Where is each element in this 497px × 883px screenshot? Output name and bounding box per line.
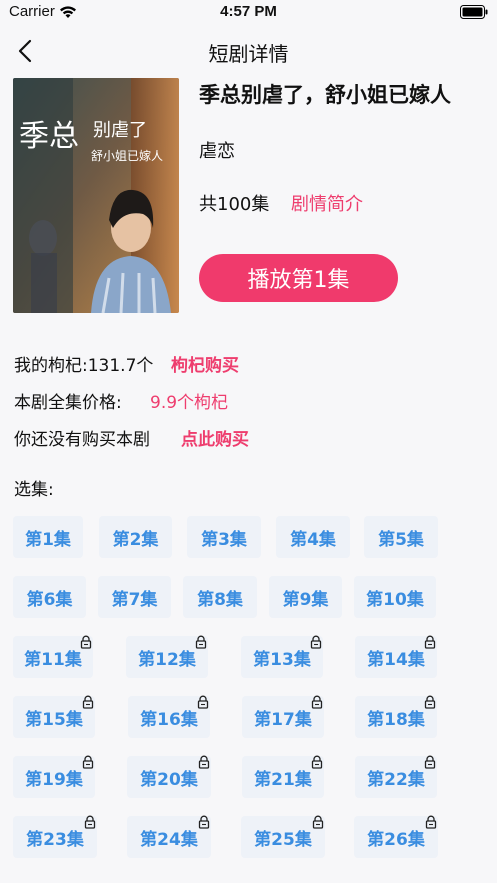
episode-button[interactable]: 第21集	[242, 755, 324, 798]
episode-label: 第13集	[253, 649, 311, 670]
episode-label: 第6集	[26, 589, 73, 610]
lock-icon	[310, 635, 322, 649]
episode-button[interactable]: 第4集	[276, 516, 350, 558]
lock-icon	[424, 695, 436, 709]
episode-button[interactable]: 第8集	[183, 576, 257, 618]
buy-goji-link[interactable]: 枸杞购买	[171, 351, 239, 376]
synopsis-link[interactable]: 剧情简介	[291, 190, 363, 216]
episode-label: 第12集	[138, 649, 196, 670]
episode-select-label: 选集:	[14, 480, 54, 500]
svg-text:舒小姐已嫁人: 舒小姐已嫁人	[91, 148, 163, 163]
episode-label: 第14集	[367, 649, 425, 670]
episode-button[interactable]: 第24集	[127, 815, 211, 858]
episode-button[interactable]: 第22集	[355, 755, 437, 798]
play-episode-button[interactable]: 播放第1集	[199, 254, 398, 302]
lock-icon	[82, 695, 94, 709]
episode-label: 第7集	[111, 589, 158, 610]
lock-icon	[84, 815, 96, 829]
drama-poster: 季总 别虐了 舒小姐已嫁人	[13, 78, 179, 313]
status-time: 4:57 PM	[220, 3, 277, 20]
lock-icon	[425, 815, 437, 829]
episode-button[interactable]: 第17集	[242, 695, 324, 738]
episode-count: 共100集	[199, 194, 270, 215]
lock-icon	[311, 755, 323, 769]
episode-label: 第4集	[290, 529, 336, 550]
episode-label: 第19集	[25, 769, 83, 790]
episode-label: 第22集	[367, 769, 425, 790]
episode-label: 第24集	[140, 829, 198, 850]
episode-label: 第18集	[367, 709, 425, 730]
episode-label: 第16集	[140, 709, 198, 730]
episode-label: 第8集	[197, 589, 243, 610]
lock-icon	[82, 755, 94, 769]
svg-text:别虐了: 别虐了	[93, 120, 147, 141]
episode-button[interactable]: 第15集	[13, 695, 95, 738]
episode-button[interactable]: 第12集	[126, 635, 208, 678]
episode-label: 第10集	[366, 589, 424, 610]
episode-button[interactable]: 第26集	[354, 815, 438, 858]
episode-button[interactable]: 第6集	[13, 576, 86, 618]
episode-label: 第17集	[254, 709, 312, 730]
lock-icon	[198, 815, 210, 829]
status-bar: Carrier 4:57 PM	[0, 0, 497, 26]
poster-title-text: 季总	[19, 119, 79, 154]
lock-icon	[312, 815, 324, 829]
episode-button[interactable]: 第9集	[269, 576, 342, 618]
episode-button[interactable]: 第19集	[13, 755, 95, 798]
episode-label: 第3集	[201, 529, 247, 550]
episode-button[interactable]: 第25集	[241, 815, 325, 858]
lock-icon	[311, 695, 323, 709]
episode-label: 第9集	[282, 589, 329, 610]
lock-icon	[424, 755, 436, 769]
episode-button[interactable]: 第3集	[187, 516, 261, 558]
episode-button[interactable]: 第1集	[13, 516, 83, 558]
lock-icon	[198, 755, 210, 769]
episode-button[interactable]: 第14集	[355, 635, 437, 678]
episode-label: 第20集	[140, 769, 198, 790]
lock-icon	[195, 635, 207, 649]
episode-button[interactable]: 第23集	[13, 815, 97, 858]
episode-button[interactable]: 第16集	[128, 695, 210, 738]
episode-button[interactable]: 第13集	[241, 635, 323, 678]
episode-button[interactable]: 第7集	[98, 576, 171, 618]
drama-title: 季总别虐了，舒小姐已嫁人	[199, 83, 451, 107]
episode-button[interactable]: 第2集	[99, 516, 172, 558]
episode-button[interactable]: 第11集	[13, 635, 93, 678]
episode-label: 第23集	[26, 829, 84, 850]
lock-icon	[80, 635, 92, 649]
episode-label: 第25集	[254, 829, 312, 850]
price-label: 本剧全集价格:	[14, 393, 122, 413]
episode-label: 第15集	[25, 709, 83, 730]
battery-icon	[460, 4, 488, 23]
episode-button[interactable]: 第18集	[355, 695, 437, 738]
drama-genre: 虐恋	[199, 141, 235, 162]
buy-drama-link[interactable]: 点此购买	[181, 425, 249, 450]
nav-bar: 短剧详情	[0, 30, 497, 72]
page-title: 短剧详情	[208, 42, 289, 66]
lock-icon	[197, 695, 209, 709]
episode-label: 第1集	[25, 529, 71, 550]
episode-label: 第5集	[378, 529, 424, 550]
price-value: 9.9个枸杞	[150, 393, 229, 413]
lock-icon	[424, 635, 436, 649]
episode-label: 第21集	[254, 769, 312, 790]
episode-label: 第2集	[112, 529, 159, 550]
episode-button[interactable]: 第20集	[127, 755, 211, 798]
episode-button[interactable]: 第10集	[354, 576, 436, 618]
not-purchased-label: 你还没有购买本剧	[14, 430, 150, 450]
goji-balance: 我的枸杞:131.7个	[14, 356, 154, 376]
episode-label: 第11集	[24, 649, 82, 670]
episode-button[interactable]: 第5集	[364, 516, 438, 558]
episode-label: 第26集	[367, 829, 425, 850]
